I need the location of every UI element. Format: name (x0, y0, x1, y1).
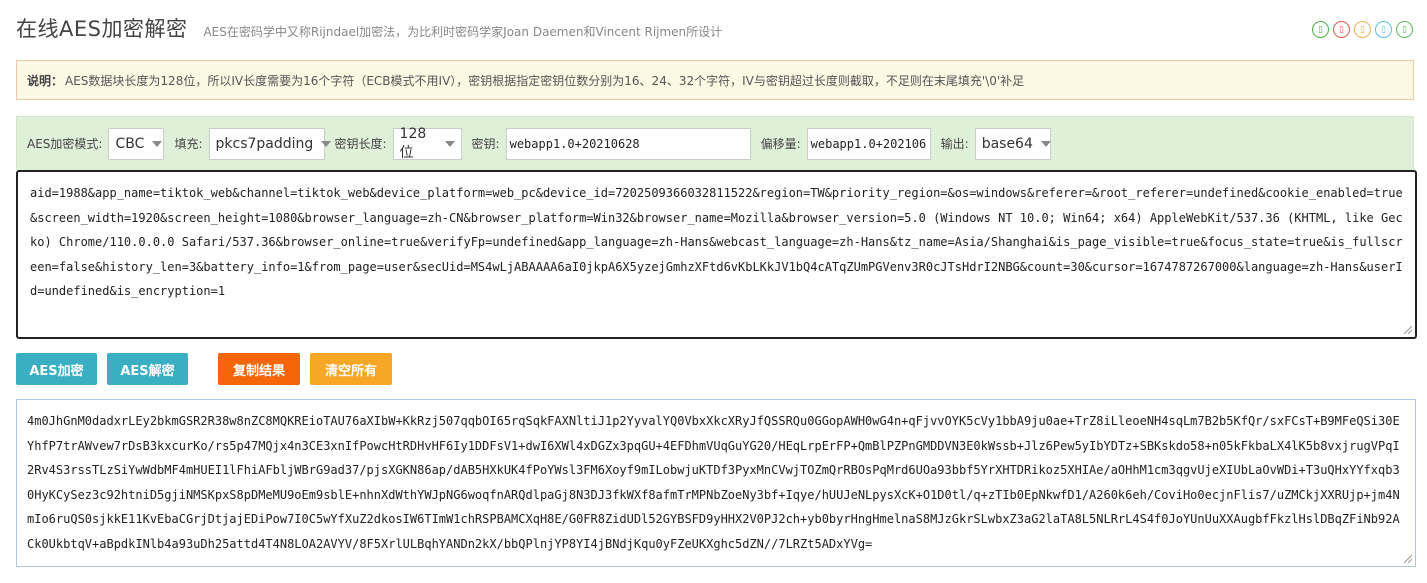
options-panel: AES加密模式: CBC 填充: pkcs7padding 密钥长度: 128位… (16, 116, 1414, 170)
keylen-select[interactable]: 128位 (392, 125, 462, 161)
page-subtitle: AES在密码学中又称Rijndael加密法，为比利时密码学家Joan Daeme… (203, 24, 723, 39)
notice-label: 说明： (27, 73, 64, 88)
padding-select[interactable]: pkcs7padding (208, 127, 332, 160)
chevron-down-icon (1040, 140, 1051, 147)
input-text: aid=1988&app_name=tiktok_web&channel=tik… (30, 186, 1403, 298)
iv-label: 偏移量: (760, 137, 801, 151)
chevron-down-icon (321, 140, 332, 147)
mode-label: AES加密模式: (27, 137, 103, 151)
key-label: 密钥: (471, 137, 500, 151)
chevron-down-icon (444, 140, 455, 147)
padding-select-value: pkcs7padding (215, 135, 314, 152)
header: 在线AES加密解密 AES在密码学中又称Rijndael加密法，为比利时密码学家… (16, 12, 722, 44)
iv-input[interactable]: webapp1.0+202106 (806, 127, 931, 160)
share-icon-5[interactable]: ▯ (1396, 21, 1413, 38)
decrypt-button[interactable]: AES解密 (107, 353, 188, 385)
output-format-label: 输出: (940, 137, 969, 151)
output-format-value: base64 (981, 135, 1033, 152)
share-icon-4[interactable]: ▯ (1375, 21, 1392, 38)
page-title: 在线AES加密解密 (16, 17, 188, 41)
resize-handle[interactable] (1404, 555, 1412, 563)
share-icon-1[interactable]: ▯ (1312, 21, 1329, 38)
input-textarea[interactable]: aid=1988&app_name=tiktok_web&channel=tik… (16, 170, 1417, 339)
mode-select[interactable]: CBC (108, 127, 165, 160)
share-icon-3[interactable]: ▯ (1354, 21, 1371, 38)
keylen-select-value: 128位 (399, 125, 427, 161)
copy-result-button[interactable]: 复制结果 (218, 353, 300, 385)
keylen-label: 密钥长度: (334, 137, 387, 151)
clear-all-button[interactable]: 清空所有 (310, 353, 392, 385)
key-input[interactable]: webapp1.0+20210628 (505, 127, 751, 160)
padding-label: 填充: (174, 137, 203, 151)
output-text: 4m0JhGnM0dadxrLEy2bkmGSR2R38w8nZC8MQKREi… (27, 414, 1400, 551)
notice-text: AES数据块长度为128位，所以IV长度需要为16个字符（ECB模式不用IV），… (65, 73, 1025, 88)
chevron-down-icon (152, 140, 163, 147)
share-icons: ▯ ▯ ▯ ▯ ▯ (1312, 21, 1413, 38)
output-format-select[interactable]: base64 (974, 127, 1051, 160)
encrypt-button[interactable]: AES加密 (16, 353, 97, 385)
output-textarea[interactable]: 4m0JhGnM0dadxrLEy2bkmGSR2R38w8nZC8MQKREi… (16, 399, 1416, 567)
notice-box: 说明： AES数据块长度为128位，所以IV长度需要为16个字符（ECB模式不用… (16, 60, 1414, 100)
resize-handle[interactable] (1404, 326, 1412, 334)
mode-select-value: CBC (115, 135, 145, 152)
share-icon-2[interactable]: ▯ (1333, 21, 1350, 38)
